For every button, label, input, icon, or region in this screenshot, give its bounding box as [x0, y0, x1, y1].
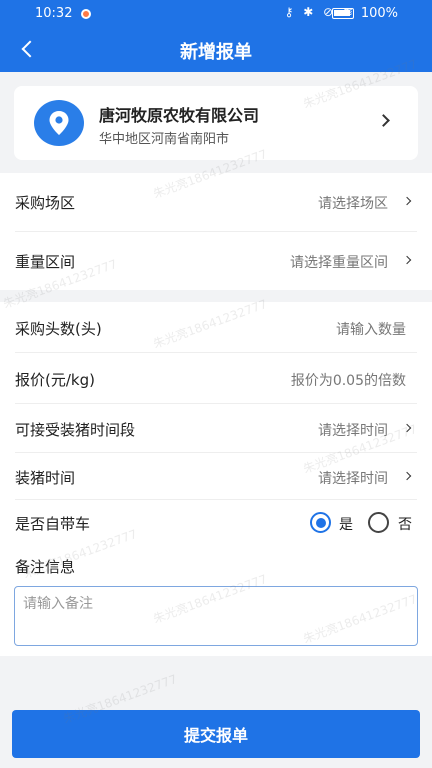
- count-row[interactable]: 采购头数(头) 请输入数量: [0, 302, 432, 352]
- load-time-label: 装猪时间: [15, 469, 76, 487]
- area-row[interactable]: 采购场区 请选择场区: [0, 173, 432, 231]
- load-time-row[interactable]: 装猪时间 请选择时间: [0, 453, 432, 499]
- location-icon: [34, 100, 84, 146]
- chevron-right-icon: [377, 114, 390, 127]
- radio-no-label: 否: [398, 517, 412, 533]
- weight-value: 请选择重量区间: [290, 255, 388, 271]
- battery-icon: [332, 8, 354, 19]
- chevron-right-icon: [402, 196, 412, 206]
- own-truck-row: 是否自带车 是 否: [0, 500, 432, 546]
- weight-label: 重量区间: [15, 253, 76, 271]
- area-label: 采购场区: [15, 194, 76, 212]
- price-row[interactable]: 报价(元/kg) 报价为0.05的倍数: [0, 353, 432, 403]
- selection-card: 采购场区 请选择场区 重量区间 请选择重量区间: [0, 173, 432, 290]
- chevron-right-icon: [402, 423, 412, 433]
- time-range-label: 可接受装猪时间段: [15, 421, 136, 439]
- status-bar: 10:32 ⚷ ✱ ⊘ ≋ 100%: [0, 0, 432, 28]
- company-name: 唐河牧原农牧有限公司: [99, 106, 260, 125]
- note-label: 备注信息: [15, 558, 76, 576]
- time-range-value: 请选择时间: [318, 423, 388, 439]
- price-input[interactable]: 报价为0.05的倍数: [291, 370, 406, 390]
- count-label: 采购头数(头): [15, 320, 102, 338]
- time-range-row[interactable]: 可接受装猪时间段 请选择时间: [0, 404, 432, 452]
- own-truck-label: 是否自带车: [15, 515, 91, 533]
- chevron-right-icon: [402, 471, 412, 481]
- submit-button[interactable]: 提交报单: [12, 710, 420, 758]
- load-time-value: 请选择时间: [318, 471, 388, 487]
- note-input[interactable]: [14, 586, 418, 646]
- chevron-right-icon: [402, 255, 412, 265]
- radio-no[interactable]: [368, 512, 389, 533]
- count-input[interactable]: 请输入数量: [336, 319, 406, 339]
- radio-yes[interactable]: [310, 512, 331, 533]
- company-region: 华中地区河南省南阳市: [99, 132, 230, 147]
- nav-bar: 新增报单: [0, 28, 432, 72]
- battery-level: 100%: [360, 6, 398, 21]
- page-title: 新增报单: [180, 42, 252, 63]
- radio-yes-label: 是: [339, 517, 353, 533]
- area-value: 请选择场区: [318, 196, 388, 212]
- notification-icon: [81, 9, 91, 19]
- status-time: 10:32: [35, 6, 73, 21]
- price-label: 报价(元/kg): [15, 371, 95, 389]
- company-card[interactable]: 唐河牧原农牧有限公司 华中地区河南省南阳市: [14, 86, 418, 160]
- weight-row[interactable]: 重量区间 请选择重量区间: [0, 232, 432, 290]
